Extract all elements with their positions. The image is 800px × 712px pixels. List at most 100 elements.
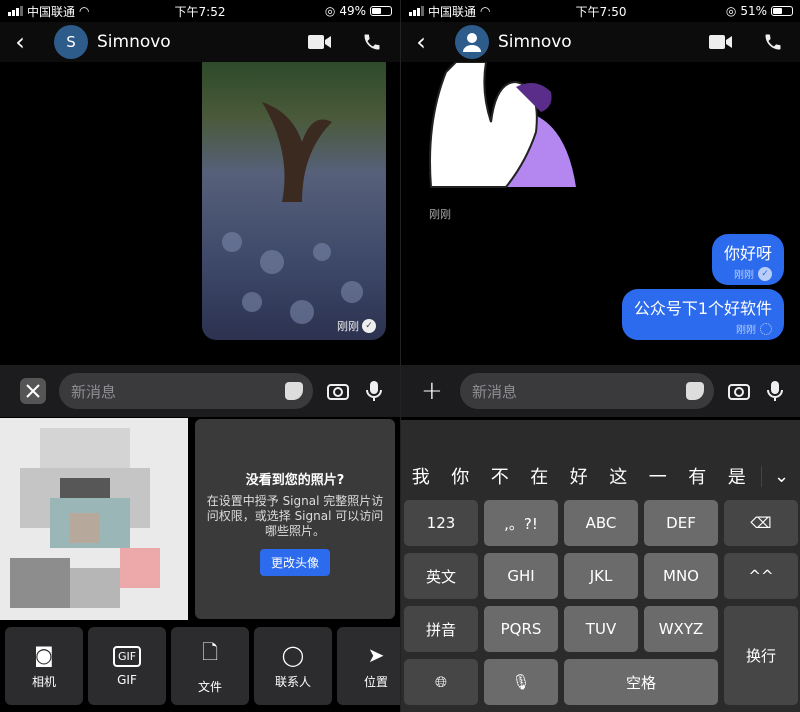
key-123[interactable]: 123 xyxy=(404,500,478,546)
close-attachments-button[interactable] xyxy=(19,377,47,405)
key-tuv[interactable]: TUV xyxy=(564,606,638,652)
right-screen: 中国联通 ◠ 下午7:50 ◎ 51% ‹ Simnovo 刚刚 你好呀刚刚 ✓ 公众… xyxy=(400,0,800,712)
attachment-bar: ◙ 相机 GIF GIF 🗋 文件 ◯ 联系人 ➤ 位置 xyxy=(5,627,400,705)
permission-title: 没看到您的照片? xyxy=(245,473,345,488)
key-mno[interactable]: MNO xyxy=(644,553,718,599)
message-input[interactable]: 新消息 xyxy=(59,373,313,409)
outgoing-message[interactable]: 公众号下1个好软件刚刚 xyxy=(621,289,784,340)
microphone-icon[interactable] xyxy=(767,380,783,402)
attach-file-button[interactable]: 🗋 文件 xyxy=(171,627,249,705)
change-avatar-button[interactable]: 更改头像 xyxy=(259,549,330,576)
message-time: 刚刚 xyxy=(736,325,756,336)
orientation-lock-icon: ◎ xyxy=(725,4,737,18)
candidate[interactable]: 在 xyxy=(520,463,560,489)
chat-header: ‹ S Simnovo xyxy=(0,22,400,62)
photo-permission-card: 没看到您的照片? 在设置中授予 Signal 完整照片访问权限，或选择 Sign… xyxy=(195,419,395,619)
orientation-lock-icon: ◎ xyxy=(324,4,336,18)
contact-name[interactable]: Simnovo xyxy=(97,32,171,52)
delivered-check-icon: ✓ xyxy=(758,266,772,281)
status-bar: 中国联通 ◠ 下午7:50 ◎ 51% xyxy=(401,0,800,22)
message-input-placeholder: 新消息 xyxy=(71,382,117,401)
plus-button[interactable]: + xyxy=(421,376,443,406)
carrier: 中国联通 xyxy=(27,4,76,19)
attach-label: GIF xyxy=(117,672,137,687)
battery-icon xyxy=(370,6,392,16)
sticker-icon[interactable] xyxy=(686,382,704,400)
gif-icon: GIF xyxy=(112,645,142,667)
key-wxyz[interactable]: WXYZ xyxy=(644,606,718,652)
attach-camera-button[interactable]: ◙ 相机 xyxy=(5,627,83,705)
backspace-key[interactable]: ⌫ xyxy=(724,500,798,546)
candidate[interactable]: 这 xyxy=(599,463,639,489)
attach-location-button[interactable]: ➤ 位置 xyxy=(337,627,400,705)
sticker-icon[interactable] xyxy=(285,382,303,400)
compose-bar: + 新消息 xyxy=(401,365,800,417)
person-icon xyxy=(463,33,481,52)
key-return[interactable]: 换行 xyxy=(724,606,798,705)
key-english[interactable]: 英文 xyxy=(404,553,478,599)
phone-icon[interactable] xyxy=(763,32,783,52)
attach-gif-button[interactable]: GIF GIF xyxy=(88,627,166,705)
message-time: 刚刚 xyxy=(734,270,754,281)
attach-contact-button[interactable]: ◯ 联系人 xyxy=(254,627,332,705)
camera-icon[interactable] xyxy=(728,382,750,400)
key-pinyin[interactable]: 拼音 xyxy=(404,606,478,652)
globe-key[interactable]: 🌐︎ xyxy=(404,659,478,705)
message-input[interactable]: 新消息 xyxy=(460,373,714,409)
microphone-icon[interactable] xyxy=(366,380,382,402)
status-bar: 中国联通 ◠ 下午7:52 ◎ 49% xyxy=(0,0,400,22)
key-punct[interactable]: ,。?! xyxy=(484,500,558,546)
back-button[interactable]: ‹ xyxy=(2,28,38,56)
candidate[interactable]: 有 xyxy=(678,463,718,489)
outgoing-message[interactable]: 你好呀刚刚 ✓ xyxy=(711,234,784,285)
battery-icon xyxy=(771,6,793,16)
backspace-icon: ⌫ xyxy=(750,514,772,532)
wifi-icon: ◠ xyxy=(480,4,491,18)
attach-label: 文件 xyxy=(197,679,222,694)
globe-icon: 🌐︎ xyxy=(434,673,447,691)
message-timestamp: 刚刚 xyxy=(337,320,359,333)
chat-header: ‹ Simnovo xyxy=(401,22,800,62)
candidate[interactable]: 是 xyxy=(717,463,757,489)
carrier: 中国联通 xyxy=(428,4,477,19)
camera-icon[interactable] xyxy=(327,382,349,400)
attach-label: 相机 xyxy=(31,674,56,689)
sticker-message[interactable] xyxy=(426,62,581,192)
candidate[interactable]: 不 xyxy=(480,463,520,489)
avatar[interactable] xyxy=(455,25,489,59)
key-ghi[interactable]: GHI xyxy=(484,553,558,599)
expand-candidates-chevron-icon[interactable]: ⌄ xyxy=(761,465,800,487)
pixelated-photo[interactable] xyxy=(0,418,188,620)
wifi-icon: ◠ xyxy=(79,4,90,18)
candidate-bar: 我 你 不 在 好 这 一 有 是 ⌄ xyxy=(401,460,800,492)
key-emoticon[interactable]: ^^ xyxy=(724,553,798,599)
back-button[interactable]: ‹ xyxy=(403,28,439,56)
key-pqrs[interactable]: PQRS xyxy=(484,606,558,652)
contact-icon: ◯ xyxy=(281,642,305,667)
message-text: 公众号下1个好软件 xyxy=(633,299,772,318)
camera-icon: ◙ xyxy=(34,642,54,667)
key-def[interactable]: DEF xyxy=(644,500,718,546)
message-text: 你好呀 xyxy=(723,244,772,263)
file-icon: 🗋 xyxy=(201,639,219,664)
permission-body: 在设置中授予 Signal 完整照片访问权限，或选择 Signal 可以访问哪些… xyxy=(206,494,384,538)
phone-icon[interactable] xyxy=(362,32,382,52)
video-call-icon[interactable] xyxy=(308,34,332,50)
candidate[interactable]: 你 xyxy=(441,463,481,489)
video-message-thumbnail[interactable]: 刚刚 ✓ xyxy=(202,62,386,340)
candidate[interactable]: 好 xyxy=(559,463,599,489)
video-call-icon[interactable] xyxy=(709,34,733,50)
signal-icon xyxy=(409,6,424,16)
key-abc[interactable]: ABC xyxy=(564,500,638,546)
key-jkl[interactable]: JKL xyxy=(564,553,638,599)
left-screen: 中国联通 ◠ 下午7:52 ◎ 49% ‹ S Simnovo 刚刚 ✓ 新消息 没看… xyxy=(0,0,400,712)
dictation-key[interactable]: 🎙︎ xyxy=(484,659,558,705)
avatar[interactable]: S xyxy=(54,25,88,59)
key-space[interactable]: 空格 xyxy=(564,659,718,705)
contact-name[interactable]: Simnovo xyxy=(498,32,572,52)
attach-label: 联系人 xyxy=(274,674,311,689)
candidate[interactable]: 我 xyxy=(401,463,441,489)
aquarium-image xyxy=(222,102,363,324)
candidate[interactable]: 一 xyxy=(638,463,678,489)
compose-bar: 新消息 xyxy=(0,365,400,417)
